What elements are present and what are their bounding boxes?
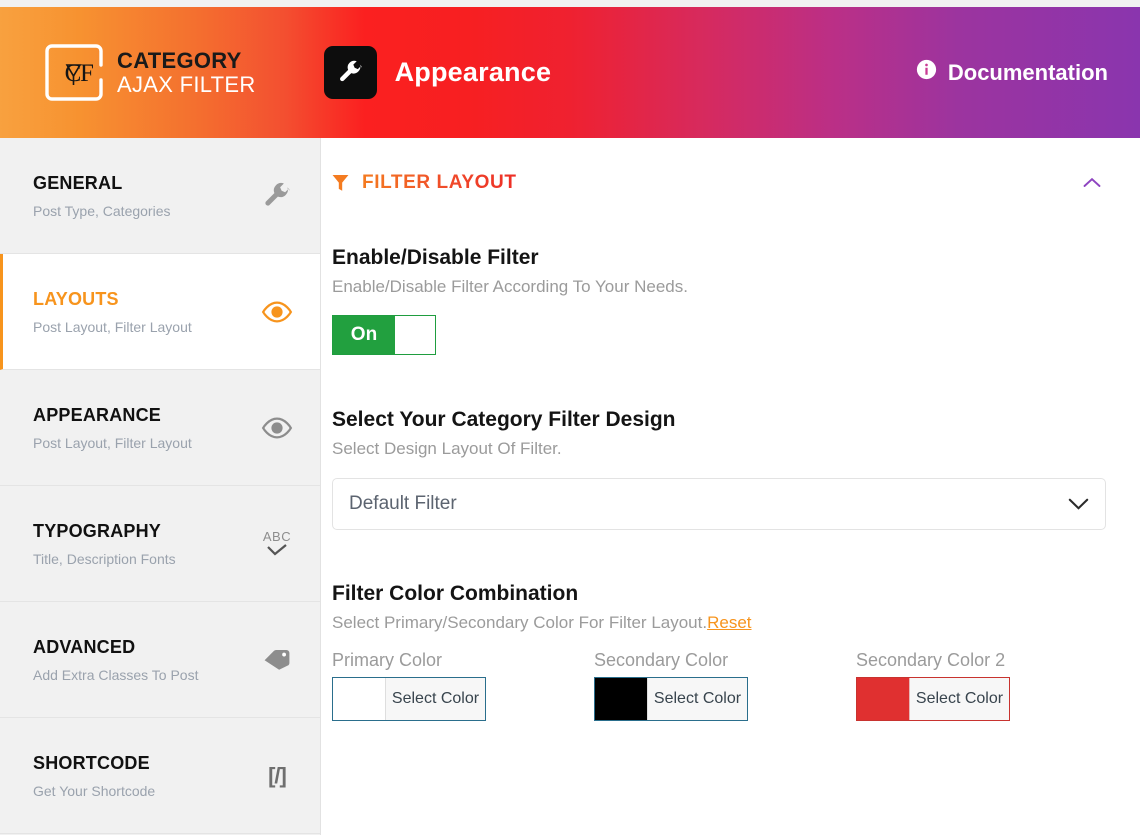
color-picker-primary: Primary Color Select Color — [332, 650, 594, 721]
toggle-state-label: On — [333, 316, 395, 354]
color-combination-description: Select Primary/Secondary Color For Filte… — [332, 613, 708, 632]
sidebar-item-appearance[interactable]: APPEARANCE Post Layout, Filter Layout — [0, 370, 320, 486]
sidebar-item-advanced[interactable]: ADVANCED Add Extra Classes To Post — [0, 602, 320, 718]
field-label: Select Your Category Filter Design — [332, 408, 676, 431]
sidebar-item-subtitle: Add Extra Classes To Post — [33, 666, 199, 683]
documentation-label: Documentation — [947, 59, 1108, 85]
wrench-icon — [256, 181, 298, 211]
sidebar-item-title: GENERAL — [33, 172, 123, 193]
color-picker-label: Secondary Color — [594, 650, 729, 670]
funnel-icon — [332, 174, 349, 192]
sidebar-item-typography[interactable]: TYPOGRAPHY Title, Description Fonts ABC — [0, 486, 320, 602]
sidebar-item-title: APPEARANCE — [33, 404, 162, 425]
color-swatch — [595, 678, 647, 720]
svg-text:F: F — [80, 60, 94, 87]
wrench-icon — [323, 46, 377, 99]
sidebar-item-title: TYPOGRAPHY — [33, 520, 162, 541]
logo-frame-icon: C F — [44, 43, 103, 102]
sidebar-item-subtitle: Title, Description Fonts — [33, 550, 176, 567]
field-enable-filter: Enable/Disable Filter Enable/Disable Fil… — [321, 246, 1118, 355]
sidebar-item-subtitle: Get Your Shortcode — [33, 782, 156, 799]
select-selected-value: Default Filter — [349, 493, 457, 514]
select-color-button[interactable]: Select Color — [647, 678, 747, 720]
sidebar-item-layouts[interactable]: LAYOUTS Post Layout, Filter Layout — [0, 254, 320, 370]
secondary-color-picker[interactable]: Select Color — [594, 677, 748, 721]
field-description: Select Primary/Secondary Color For Filte… — [332, 613, 1118, 633]
sidebar-item-subtitle: Post Layout, Filter Layout — [33, 318, 192, 335]
settings-sidebar: GENERAL Post Type, Categories LAYOUTS Po… — [0, 138, 321, 835]
primary-color-picker[interactable]: Select Color — [332, 677, 486, 721]
info-icon — [916, 59, 937, 86]
color-picker-label: Secondary Color 2 — [856, 650, 1006, 670]
documentation-link[interactable]: Documentation — [916, 59, 1108, 86]
logo-line-1: CATEGORY — [117, 48, 242, 74]
sidebar-item-subtitle: Post Type, Categories — [33, 202, 171, 219]
field-label: Enable/Disable Filter — [332, 246, 539, 269]
sidebar-item-title: SHORTCODE — [33, 752, 150, 773]
page-title: Appearance — [394, 57, 552, 87]
eye-icon — [256, 417, 298, 439]
section-title: FILTER LAYOUT — [362, 172, 517, 193]
toggle-knob — [395, 316, 435, 354]
sidebar-item-general[interactable]: GENERAL Post Type, Categories — [0, 138, 320, 254]
color-picker-row: Primary Color Select Color Secondary Col… — [332, 650, 1118, 721]
page-title-group: Appearance — [323, 46, 552, 99]
page-body: GENERAL Post Type, Categories LAYOUTS Po… — [0, 138, 1140, 835]
enable-filter-toggle[interactable]: On — [332, 315, 436, 355]
color-swatch — [333, 678, 385, 720]
secondary-color-2-picker[interactable]: Select Color — [856, 677, 1010, 721]
reset-colors-link[interactable]: Reset — [707, 613, 751, 632]
color-swatch — [857, 678, 909, 720]
plugin-settings-page: C F CATEGORY AJAX FILTER Appearance Docu… — [0, 0, 1140, 835]
chevron-down-icon — [1068, 498, 1089, 511]
field-description: Select Design Layout Of Filter. — [332, 439, 562, 458]
sidebar-item-title: LAYOUTS — [33, 288, 119, 309]
sidebar-item-shortcode[interactable]: SHORTCODE Get Your Shortcode [/] — [0, 718, 320, 834]
color-picker-label: Primary Color — [332, 650, 443, 670]
logo-line-2: AJAX FILTER — [117, 71, 256, 97]
select-color-button[interactable]: Select Color — [385, 678, 485, 720]
field-label: Filter Color Combination — [332, 582, 579, 605]
tag-icon — [256, 647, 298, 673]
select-color-button[interactable]: Select Color — [909, 678, 1009, 720]
brand-logo[interactable]: C F CATEGORY AJAX FILTER — [44, 43, 256, 102]
color-picker-secondary: Secondary Color Select Color — [594, 650, 856, 721]
field-filter-design: Select Your Category Filter Design Selec… — [321, 408, 1118, 530]
sidebar-item-title: ADVANCED — [33, 636, 136, 657]
field-color-combination: Filter Color Combination Select Primary/… — [321, 582, 1118, 721]
filter-design-select[interactable]: Default Filter — [332, 478, 1106, 530]
settings-main-panel: FILTER LAYOUT Enable/Disable Filter Enab… — [321, 138, 1140, 835]
sidebar-item-subtitle: Post Layout, Filter Layout — [33, 434, 192, 451]
field-description: Enable/Disable Filter According To Your … — [332, 277, 688, 296]
app-header: C F CATEGORY AJAX FILTER Appearance Docu… — [0, 7, 1140, 138]
color-picker-secondary-2: Secondary Color 2 Select Color — [856, 650, 1118, 721]
eye-icon — [256, 301, 298, 323]
section-header-filter-layout: FILTER LAYOUT — [321, 138, 1105, 194]
chevron-up-icon[interactable] — [1079, 173, 1105, 193]
abc-check-icon: ABC — [256, 530, 298, 557]
top-spacer — [0, 0, 1140, 7]
code-brackets-icon: [/] — [268, 762, 287, 788]
logo-wordmark: CATEGORY AJAX FILTER — [117, 49, 256, 96]
